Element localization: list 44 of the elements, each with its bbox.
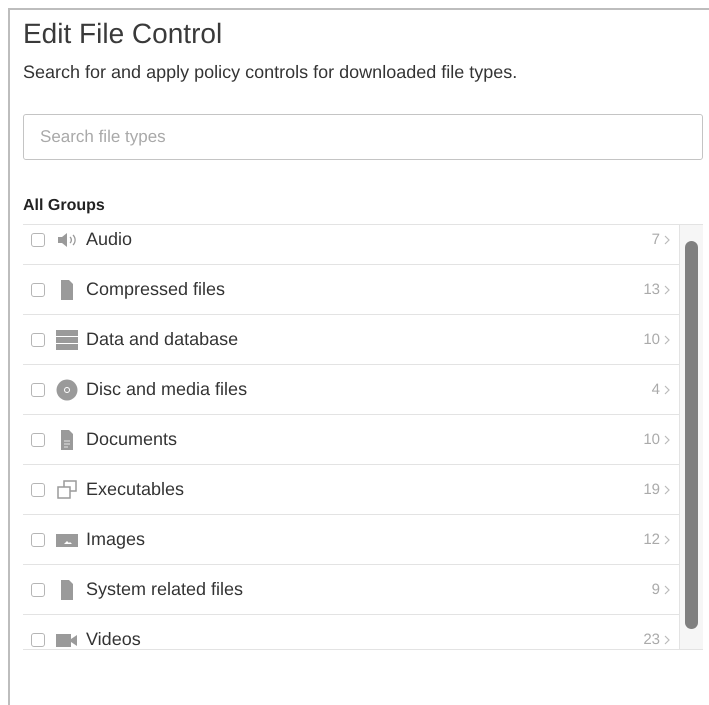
chevron-icon[interactable] bbox=[663, 584, 671, 594]
page-title: Edit File Control bbox=[23, 17, 224, 51]
checkbox[interactable] bbox=[31, 532, 45, 546]
chevron-icon[interactable] bbox=[663, 434, 671, 444]
search-field[interactable]: Search file types bbox=[23, 114, 703, 160]
checkbox[interactable] bbox=[31, 282, 45, 296]
page-description: Search for and apply policy controls for downloaded file types. bbox=[23, 61, 518, 84]
group-count: 13 bbox=[643, 281, 660, 298]
group-label[interactable]: Documents bbox=[86, 429, 644, 450]
checkbox[interactable] bbox=[31, 632, 45, 646]
group-label[interactable]: Executables bbox=[86, 479, 644, 500]
group-label[interactable]: Data and database bbox=[86, 329, 644, 350]
group-count: 10 bbox=[643, 331, 660, 348]
group-label[interactable]: Compressed files bbox=[86, 279, 644, 300]
group-count: 12 bbox=[643, 531, 660, 548]
checkbox[interactable] bbox=[31, 232, 45, 246]
chevron-icon[interactable] bbox=[663, 484, 671, 494]
disc-icon bbox=[56, 378, 78, 400]
checkbox[interactable] bbox=[31, 382, 45, 396]
group-label[interactable]: Videos bbox=[86, 629, 644, 649]
group-count: 7 bbox=[652, 231, 660, 248]
chevron-icon[interactable] bbox=[663, 284, 671, 294]
scrollbar-thumb[interactable] bbox=[685, 241, 698, 629]
checkbox[interactable] bbox=[31, 332, 45, 346]
group-label[interactable]: System related files bbox=[86, 579, 652, 600]
checkbox[interactable] bbox=[31, 432, 45, 446]
group-label[interactable]: Audio bbox=[86, 229, 652, 250]
section-heading: All Groups bbox=[23, 196, 106, 216]
checkbox[interactable] bbox=[31, 582, 45, 596]
chevron-icon[interactable] bbox=[663, 534, 671, 544]
group-count: 4 bbox=[652, 381, 660, 398]
chevron-icon[interactable] bbox=[663, 384, 671, 394]
chevron-icon[interactable] bbox=[663, 334, 671, 344]
group-label[interactable]: Disc and media files bbox=[86, 379, 652, 400]
group-count: 9 bbox=[652, 581, 660, 598]
group-label[interactable]: Images bbox=[86, 529, 644, 550]
chevron-icon[interactable] bbox=[663, 234, 671, 244]
group-count: 19 bbox=[643, 481, 660, 498]
database-icon bbox=[56, 328, 78, 350]
windows-icon bbox=[56, 478, 78, 500]
chevron-icon[interactable] bbox=[663, 634, 671, 644]
group-count: 10 bbox=[643, 431, 660, 448]
checkbox[interactable] bbox=[31, 482, 45, 496]
group-count: 23 bbox=[643, 631, 660, 648]
